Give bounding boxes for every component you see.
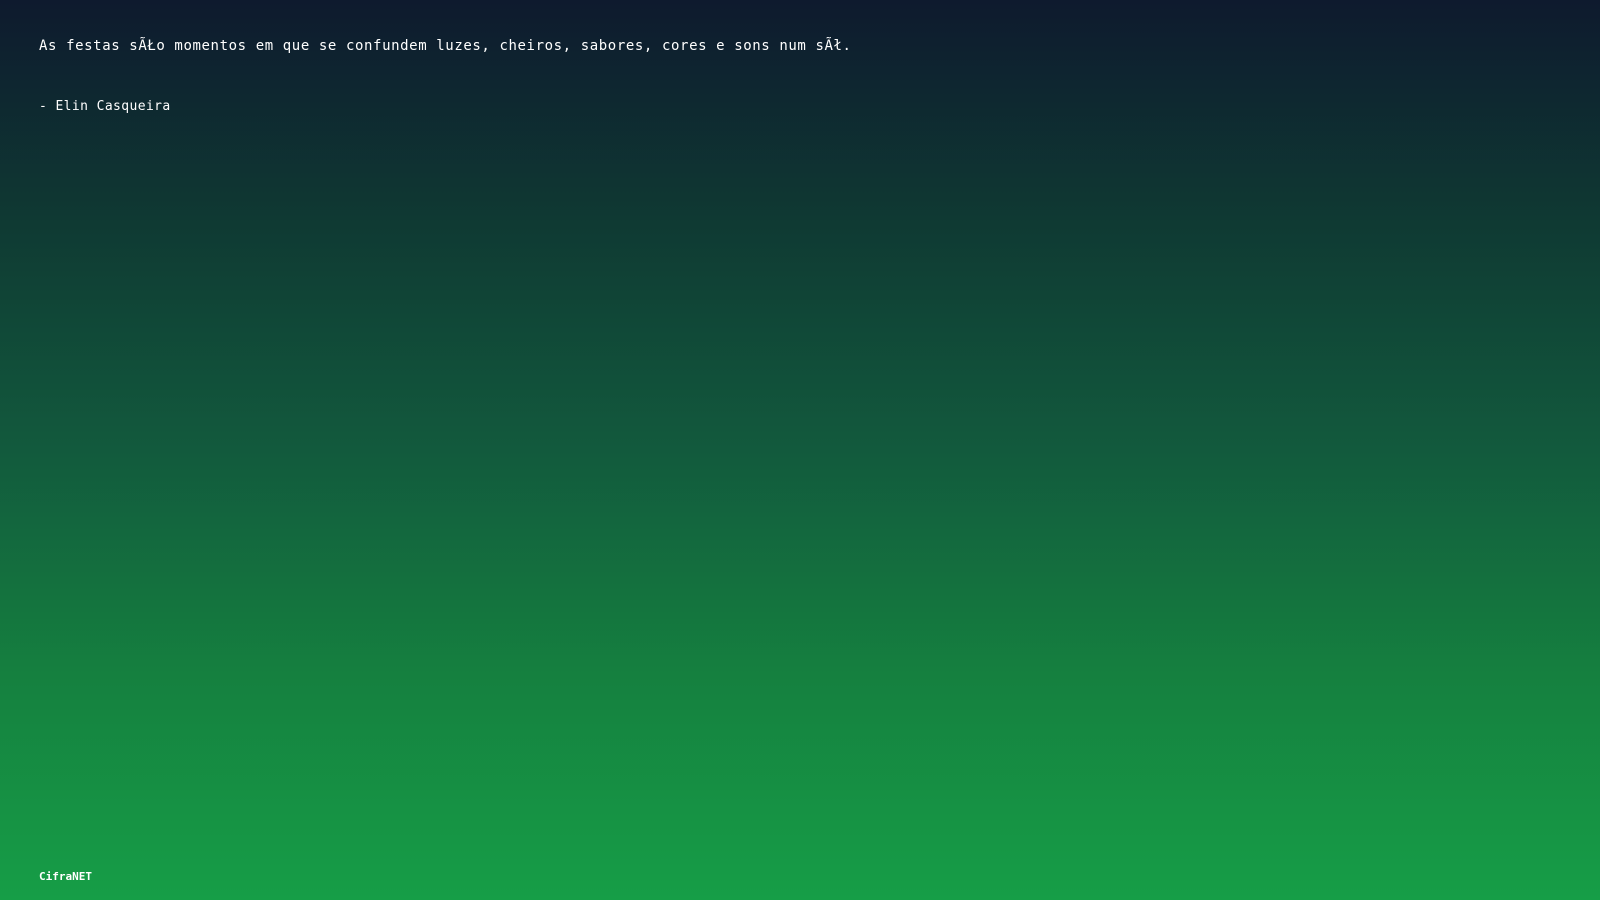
quote-author: - Elin Casqueira [39, 99, 171, 114]
quote-text: As festas sÃŁo momentos em que se confun… [39, 38, 852, 54]
brand-label: CifraNET [39, 870, 92, 883]
